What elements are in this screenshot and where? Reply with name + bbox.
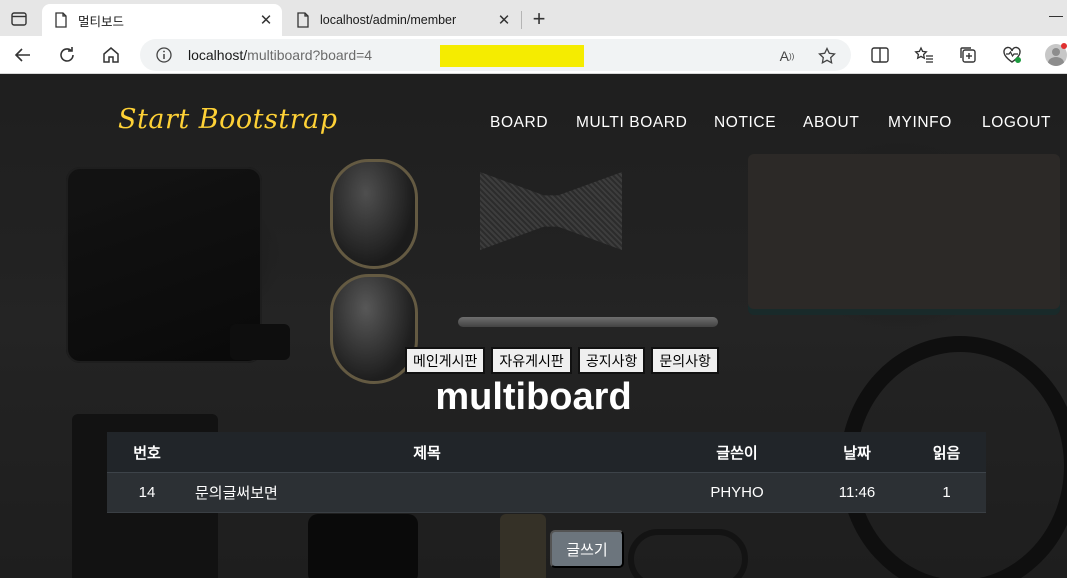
tab-actions-icon[interactable] [6, 8, 32, 30]
yellow-highlight-mark [440, 45, 584, 67]
page-icon [296, 12, 310, 28]
tab-multiboard[interactable]: 멀티보드 ✕ [42, 4, 282, 36]
site-info-icon[interactable] [156, 47, 172, 63]
nav-board[interactable]: BOARD [490, 114, 548, 132]
board-free-button[interactable]: 자유게시판 [491, 347, 572, 374]
collections-icon[interactable] [958, 45, 978, 65]
tab-title: localhost/admin/member [320, 13, 457, 27]
browser-tab-bar: 멀티보드 ✕ localhost/admin/member ✕ + [0, 0, 1067, 36]
nav-multi-board[interactable]: MULTI BOARD [576, 114, 687, 132]
page-icon [54, 12, 68, 28]
url-text: localhost/multiboard?board=4 [188, 47, 373, 63]
tab-divider [521, 11, 522, 29]
header-title: 제목 [413, 444, 441, 462]
cell-writer: PHYHO [710, 484, 764, 501]
address-bar[interactable]: localhost/multiboard?board=4 A)) [140, 39, 851, 71]
header-read: 읽음 [932, 444, 961, 462]
page-content: Start Bootstrap BOARD MULTI BOARD NOTICE… [0, 74, 1067, 578]
back-arrow-icon[interactable] [10, 42, 36, 68]
table-row[interactable]: 14 문의글써보면 PHYHO 11:46 1 [107, 473, 986, 513]
minimize-icon[interactable] [1049, 16, 1063, 17]
close-tab-icon[interactable]: ✕ [258, 12, 274, 29]
favorites-icon[interactable] [914, 45, 934, 65]
cell-number: 14 [138, 484, 156, 501]
header-date: 날짜 [843, 444, 871, 462]
header-writer: 글쓴이 [716, 444, 758, 462]
read-aloud-icon[interactable]: A)) [778, 47, 796, 65]
browser-essentials-icon[interactable] [1002, 45, 1022, 65]
board-inquiry-button[interactable]: 문의사항 [651, 347, 719, 374]
board-notice-button[interactable]: 공지사항 [577, 347, 646, 374]
header-number: 번호 [133, 444, 161, 462]
cell-title-link[interactable]: 문의글써보면 [187, 482, 667, 503]
browser-toolbar: localhost/multiboard?board=4 A)) [0, 36, 1067, 74]
home-icon[interactable] [98, 42, 124, 68]
site-brand-logo[interactable]: Start Bootstrap [118, 104, 337, 135]
nav-about[interactable]: ABOUT [803, 114, 859, 132]
cell-date: 11:46 [838, 484, 876, 501]
nav-myinfo[interactable]: MYINFO [888, 114, 952, 132]
board-selector: 메인게시판 자유게시판 공지사항 문의사항 [405, 347, 719, 374]
table-header: 번호 제목 글쓴이 날짜 읽음 [107, 432, 986, 473]
new-tab-icon[interactable]: + [528, 6, 550, 31]
favorite-star-icon[interactable] [818, 47, 836, 65]
write-post-button[interactable]: 글쓰기 [550, 530, 624, 568]
split-screen-icon[interactable] [870, 45, 890, 65]
board-table: 번호 제목 글쓴이 날짜 읽음 14 문의글써보면 PHYHO 11:46 1 [107, 432, 986, 513]
page-title: multiboard [435, 376, 632, 418]
nav-notice[interactable]: NOTICE [714, 114, 776, 132]
refresh-icon[interactable] [54, 42, 80, 68]
close-tab-icon[interactable]: ✕ [496, 12, 512, 29]
board-main-button[interactable]: 메인게시판 [405, 347, 486, 374]
notification-dot [1061, 43, 1067, 49]
cell-read-count: 1 [942, 484, 951, 501]
nav-logout[interactable]: LOGOUT [982, 114, 1051, 132]
tab-admin-member[interactable]: localhost/admin/member ✕ [284, 4, 520, 36]
tab-title: 멀티보드 [78, 14, 125, 29]
